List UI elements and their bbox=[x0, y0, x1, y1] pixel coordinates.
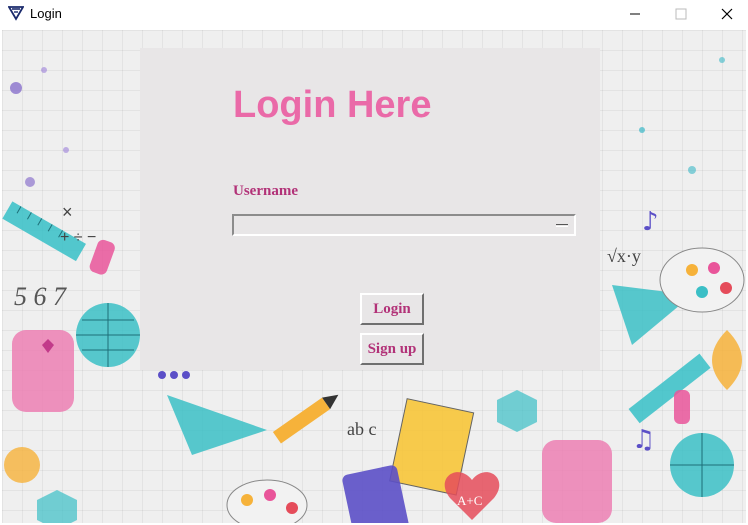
minimize-icon bbox=[630, 13, 640, 15]
maximize-icon bbox=[675, 8, 687, 20]
window-title: Login bbox=[30, 6, 62, 21]
background-illustration: 5 6 7 × + ÷ − ab c A+C ♫ ♪ √x·y Login He… bbox=[2, 30, 746, 523]
svg-text:♪: ♪ bbox=[642, 207, 659, 237]
signup-button[interactable]: Sign up bbox=[360, 333, 424, 365]
page-title: Login Here bbox=[233, 84, 432, 126]
login-button[interactable]: Login bbox=[360, 293, 424, 325]
svg-text:×: × bbox=[62, 202, 73, 222]
login-panel: Login Here Username Login Sign up bbox=[140, 48, 600, 370]
svg-text:+ ÷ −: + ÷ − bbox=[60, 229, 96, 246]
letters-doodle: ab c bbox=[347, 419, 376, 439]
svg-text:√x·y: √x·y bbox=[607, 246, 641, 266]
username-combobox[interactable] bbox=[232, 214, 576, 236]
maximize-button[interactable] bbox=[658, 0, 704, 28]
numbers-doodle: 5 6 7 bbox=[14, 282, 67, 311]
app-logo-icon bbox=[8, 6, 24, 21]
close-icon bbox=[721, 8, 733, 20]
close-button[interactable] bbox=[704, 0, 748, 28]
heart-doodle: A+C bbox=[457, 493, 482, 508]
svg-text:♫: ♫ bbox=[632, 425, 655, 455]
minimize-button[interactable] bbox=[612, 0, 658, 28]
username-label: Username bbox=[233, 183, 298, 199]
dropdown-arrow-icon[interactable] bbox=[556, 224, 568, 227]
title-bar: Login bbox=[0, 0, 748, 28]
